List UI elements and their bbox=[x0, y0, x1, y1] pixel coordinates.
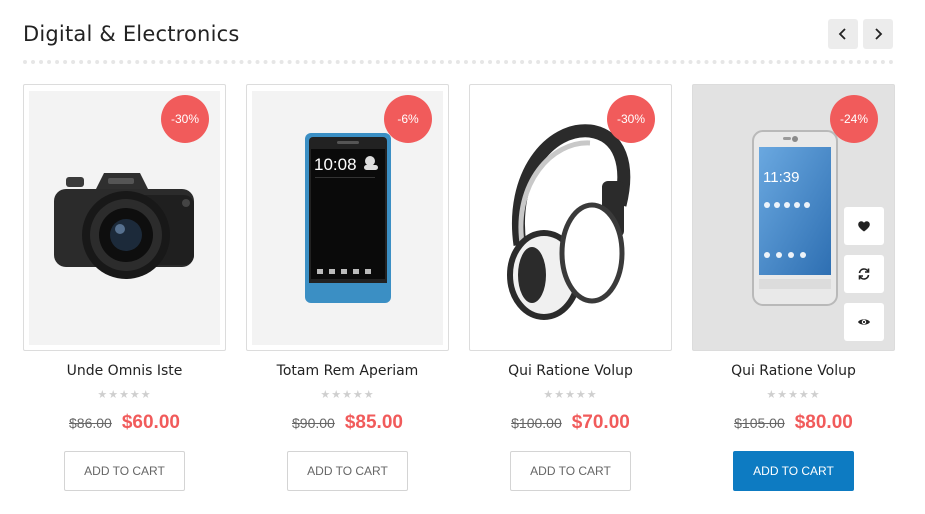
product-image-link[interactable]: -30% bbox=[469, 84, 672, 351]
new-price: $85.00 bbox=[344, 412, 403, 433]
discount-badge: -6% bbox=[384, 95, 432, 143]
product-card: -30% Qui Ratione Volup ★★★★★ $100.00 $70… bbox=[469, 84, 672, 514]
heart-icon bbox=[858, 221, 870, 232]
add-to-cart-button[interactable]: ADD TO CART bbox=[733, 451, 854, 491]
old-price: $105.00 bbox=[734, 415, 785, 431]
add-to-cart-button[interactable]: ADD TO CART bbox=[64, 451, 185, 491]
new-price: $70.00 bbox=[571, 412, 630, 433]
old-price: $86.00 bbox=[69, 415, 112, 431]
compare-icon bbox=[858, 268, 870, 280]
product-card: 10:08 -6% Totam Rem Aperiam ★★★★★ $90.00… bbox=[246, 84, 449, 514]
product-image-link[interactable]: 11:39 -24% bbox=[692, 84, 895, 351]
rating-stars: ★★★★★ bbox=[320, 389, 375, 401]
product-name[interactable]: Totam Rem Aperiam bbox=[246, 363, 449, 379]
product-name[interactable]: Qui Ratione Volup bbox=[469, 363, 672, 379]
price-row: $100.00 $70.00 bbox=[469, 412, 672, 434]
quick-view-button[interactable] bbox=[844, 303, 884, 341]
price-row: $105.00 $80.00 bbox=[692, 412, 895, 434]
phone-clock: 10:08 bbox=[314, 155, 357, 174]
discount-badge: -30% bbox=[607, 95, 655, 143]
rating-stars: ★★★★★ bbox=[766, 389, 821, 401]
carousel-prev-button[interactable] bbox=[828, 19, 858, 49]
discount-badge: -24% bbox=[830, 95, 878, 143]
discount-badge: -30% bbox=[161, 95, 209, 143]
carousel-next-button[interactable] bbox=[863, 19, 893, 49]
price-row: $90.00 $85.00 bbox=[246, 412, 449, 434]
product-name[interactable]: Qui Ratione Volup bbox=[692, 363, 895, 379]
add-to-cart-button[interactable]: ADD TO CART bbox=[510, 451, 631, 491]
wishlist-button[interactable] bbox=[844, 207, 884, 245]
phone-clock: 11:39 bbox=[763, 169, 800, 186]
chevron-right-icon bbox=[875, 28, 883, 40]
eye-icon bbox=[858, 319, 870, 325]
product-card: -30% Unde Omnis Iste ★★★★★ $86.00 $60.00… bbox=[23, 84, 226, 514]
compare-button[interactable] bbox=[844, 255, 884, 293]
product-name[interactable]: Unde Omnis Iste bbox=[23, 363, 226, 379]
new-price: $80.00 bbox=[794, 412, 853, 433]
old-price: $100.00 bbox=[511, 415, 562, 431]
chevron-left-icon bbox=[838, 28, 846, 40]
rating-stars: ★★★★★ bbox=[543, 389, 598, 401]
product-image-link[interactable]: 10:08 -6% bbox=[246, 84, 449, 351]
new-price: $60.00 bbox=[121, 412, 180, 433]
product-image-link[interactable]: -30% bbox=[23, 84, 226, 351]
add-to-cart-button[interactable]: ADD TO CART bbox=[287, 451, 408, 491]
section-title: Digital & Electronics bbox=[23, 22, 240, 46]
old-price: $90.00 bbox=[292, 415, 335, 431]
rating-stars: ★★★★★ bbox=[97, 389, 152, 401]
section-divider bbox=[23, 60, 894, 64]
price-row: $86.00 $60.00 bbox=[23, 412, 226, 434]
product-card: 11:39 -24% Qui Ratione Volup ★★★★★ $105.… bbox=[692, 84, 895, 514]
